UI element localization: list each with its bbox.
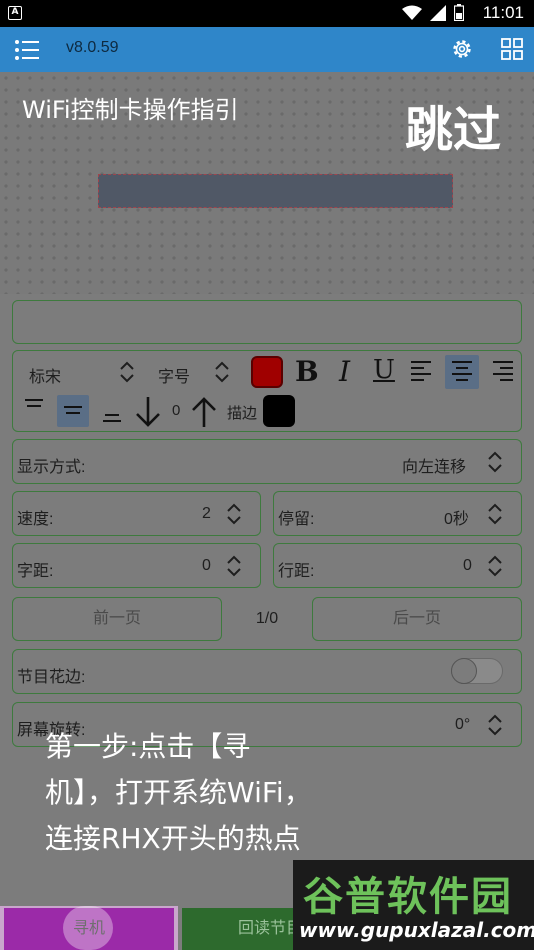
guide-line-3: 连接RHX开头的热点: [45, 822, 301, 855]
stay-value: 0秒: [444, 511, 469, 528]
display-mode-updown-icon[interactable]: [487, 450, 503, 474]
wifi-icon: [402, 5, 422, 20]
stroke-label: 描边: [227, 405, 258, 422]
main-content: 标宋 字号 B I U 0 描边 显示方式: 向左连移 速度: 2 停留: 0秒: [0, 72, 534, 950]
screen-rotation-value: 0°: [455, 716, 471, 733]
tap-hint-circle: [63, 906, 113, 950]
align-left-icon[interactable]: [411, 359, 433, 383]
arrow-up-icon[interactable]: [191, 395, 217, 429]
text-input-field[interactable]: [12, 300, 522, 344]
line-spacing-updown-icon[interactable]: [487, 554, 503, 578]
char-spacing-updown-icon[interactable]: [226, 554, 242, 578]
guide-line-1: 第一步:点击【寻: [45, 730, 251, 763]
italic-button[interactable]: I: [339, 355, 350, 388]
char-spacing-row[interactable]: 字距: 0: [12, 543, 261, 588]
gear-icon[interactable]: [450, 37, 474, 61]
line-spacing-setting-value: 0: [463, 557, 472, 574]
line-spacing-label: 行距:: [278, 563, 315, 580]
program-border-label: 节目花边:: [17, 669, 86, 686]
align-center-icon[interactable]: [451, 359, 473, 383]
speed-row[interactable]: 速度: 2: [12, 491, 261, 536]
system-icons: [402, 4, 464, 21]
display-mode-label: 显示方式:: [17, 459, 86, 476]
skip-button[interactable]: 跳过: [405, 90, 501, 160]
page-indicator: 1/0: [255, 610, 279, 627]
font-size-updown-icon[interactable]: [214, 360, 230, 384]
char-spacing-value: 0: [202, 557, 211, 574]
align-right-icon[interactable]: [491, 359, 513, 383]
stay-updown-icon[interactable]: [487, 502, 503, 526]
line-spacing-value: 0: [172, 402, 181, 419]
text-color-swatch[interactable]: [251, 356, 283, 388]
guide-line-2: 机】，打开系统WiFi，: [45, 776, 312, 809]
program-border-switch[interactable]: [451, 657, 503, 684]
bold-button[interactable]: B: [295, 355, 319, 388]
format-toolbar: 标宋 字号 B I U 0 描边: [12, 350, 522, 432]
notification-badge: A: [8, 6, 22, 20]
program-border-switch-thumb: [451, 657, 477, 684]
prev-page-button[interactable]: 前一页: [12, 597, 222, 641]
watermark-url: www.gupuxlazal.com: [299, 918, 534, 942]
underline-button[interactable]: U: [373, 355, 395, 385]
guide-title: WiFi控制卡操作指引: [22, 96, 239, 124]
speed-label: 速度:: [17, 511, 54, 528]
valign-middle-icon[interactable]: [62, 399, 84, 423]
stroke-color-swatch[interactable]: [263, 395, 295, 427]
screen-rotation-updown-icon[interactable]: [487, 713, 503, 737]
clock: 11:01: [482, 3, 524, 22]
line-spacing-row[interactable]: 行距: 0: [273, 543, 522, 588]
status-bar: A 11:01: [0, 0, 534, 27]
next-page-button[interactable]: 后一页: [312, 597, 522, 641]
led-preview-screen[interactable]: [98, 174, 453, 208]
valign-bottom-icon[interactable]: [101, 403, 123, 427]
char-spacing-label: 字距:: [17, 563, 54, 580]
display-mode-row[interactable]: 显示方式: 向左连移: [12, 439, 522, 484]
battery-icon: [454, 4, 464, 21]
speed-value: 2: [202, 505, 211, 522]
font-family-updown-icon[interactable]: [119, 360, 135, 384]
menu-icon[interactable]: [14, 39, 40, 61]
arrow-down-icon[interactable]: [135, 395, 161, 429]
signal-icon: [430, 4, 446, 21]
guide-step-text: 第一步:点击【寻 机】，打开系统WiFi， 连接RHX开头的热点: [45, 724, 405, 862]
app-version: v8.0.59: [66, 39, 119, 56]
app-bar: v8.0.59: [0, 27, 534, 72]
font-family-select[interactable]: 标宋: [29, 363, 61, 387]
valign-top-icon[interactable]: [23, 395, 45, 419]
watermark-title: 谷普软件园: [303, 874, 513, 920]
stay-row[interactable]: 停留: 0秒: [273, 491, 522, 536]
program-border-row: 节目花边:: [12, 649, 522, 694]
font-size-select[interactable]: 字号: [158, 363, 190, 387]
speed-updown-icon[interactable]: [226, 502, 242, 526]
site-watermark: 谷普软件园 www.gupuxlazal.com: [293, 860, 534, 950]
display-mode-value: 向左连移: [402, 459, 467, 476]
grid-icon[interactable]: [500, 37, 524, 61]
stay-label: 停留:: [278, 511, 315, 528]
